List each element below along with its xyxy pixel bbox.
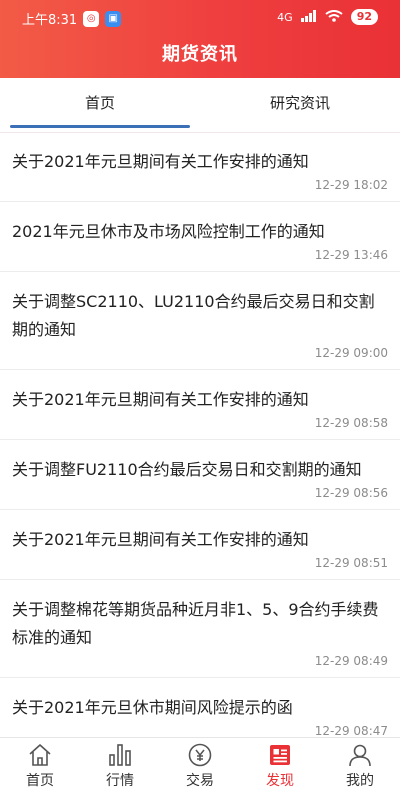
yen-coin-icon [187,742,213,768]
news-time: 12-29 08:51 [314,556,388,570]
news-time: 12-29 09:00 [314,346,388,360]
tab-research-label: 研究资讯 [269,94,330,112]
news-item[interactable]: 关于调整棉花等期货品种近月非1、5、9合约手续费标准的通知 12-29 08:4… [0,580,400,678]
tab-home[interactable]: 首页 [0,78,200,132]
news-time: 12-29 08:58 [314,416,388,430]
status-time: 上午8:31 [22,13,78,28]
profile-icon [347,742,373,768]
nav-market-label: 行情 [106,773,134,789]
nav-trade-label: 交易 [186,773,214,789]
news-item[interactable]: 关于2021年元旦期间有关工作安排的通知 12-29 18:02 [0,132,400,202]
news-time: 12-29 08:47 [314,724,388,738]
nav-profile[interactable]: 我的 [320,738,400,800]
news-item[interactable]: 关于2021年元旦期间有关工作安排的通知 12-29 08:58 [0,370,400,440]
news-item[interactable]: 2021年元旦休市及市场风险控制工作的通知 12-29 13:46 [0,202,400,272]
battery-indicator: 92 [350,9,378,25]
status-bar: 上午8:31 ◎ ▣ 4G 92 [0,0,400,36]
news-list: 关于2021年元旦期间有关工作安排的通知 12-29 18:02 2021年元旦… [0,132,400,738]
app-notification-icon: ◎ [83,10,100,27]
news-item[interactable]: 关于调整SC2110、LU2110合约最后交易日和交割期的通知 12-29 09… [0,272,400,370]
news-time: 12-29 08:49 [314,654,388,668]
app-header: 上午8:31 ◎ ▣ 4G 92 期货资讯 [0,0,400,78]
news-time: 12-29 13:46 [314,248,388,262]
news-title: 关于调整棉花等期货品种近月非1、5、9合约手续费标准的通知 [12,600,379,647]
nav-home[interactable]: 首页 [0,738,80,800]
news-title: 关于2021年元旦期间有关工作安排的通知 [12,152,309,171]
nav-profile-label: 我的 [346,773,374,789]
nav-trade[interactable]: 交易 [160,738,240,800]
news-item[interactable]: 关于2021年元旦期间有关工作安排的通知 12-29 08:51 [0,510,400,580]
tab-home-label: 首页 [84,94,115,112]
page-title: 期货资讯 [162,44,238,65]
nav-discover[interactable]: 发现 [240,738,320,800]
wifi-icon [325,9,343,25]
news-title: 关于调整FU2110合约最后交易日和交割期的通知 [12,460,362,479]
tab-research-news[interactable]: 研究资讯 [200,78,400,132]
nav-discover-label: 发现 [266,773,294,789]
news-item[interactable]: 关于2021年元旦休市期间风险提示的函 12-29 08:47 [0,678,400,738]
news-title: 关于2021年元旦期间有关工作安排的通知 [12,390,309,409]
active-tab-indicator [10,125,190,128]
news-time: 12-29 08:56 [314,486,388,500]
nav-home-label: 首页 [26,773,54,789]
signal-icon [300,9,317,25]
message-notification-icon: ▣ [105,10,122,27]
news-title: 关于调整SC2110、LU2110合约最后交易日和交割期的通知 [12,292,375,339]
nav-market[interactable]: 行情 [80,738,160,800]
news-item[interactable]: 关于调整FU2110合约最后交易日和交割期的通知 12-29 08:56 [0,440,400,510]
news-title: 关于2021年元旦期间有关工作安排的通知 [12,530,309,549]
news-time: 12-29 18:02 [314,178,388,192]
news-title: 关于2021年元旦休市期间风险提示的函 [12,698,293,717]
bottom-navigation: 首页 行情 交易 发现 我的 [0,737,400,800]
home-icon [27,742,53,768]
discover-news-icon [267,742,293,768]
tab-bar: 首页 研究资讯 [0,78,400,133]
news-title: 2021年元旦休市及市场风险控制工作的通知 [12,222,325,241]
market-chart-icon [107,742,133,768]
network-type: 4G [277,10,293,24]
